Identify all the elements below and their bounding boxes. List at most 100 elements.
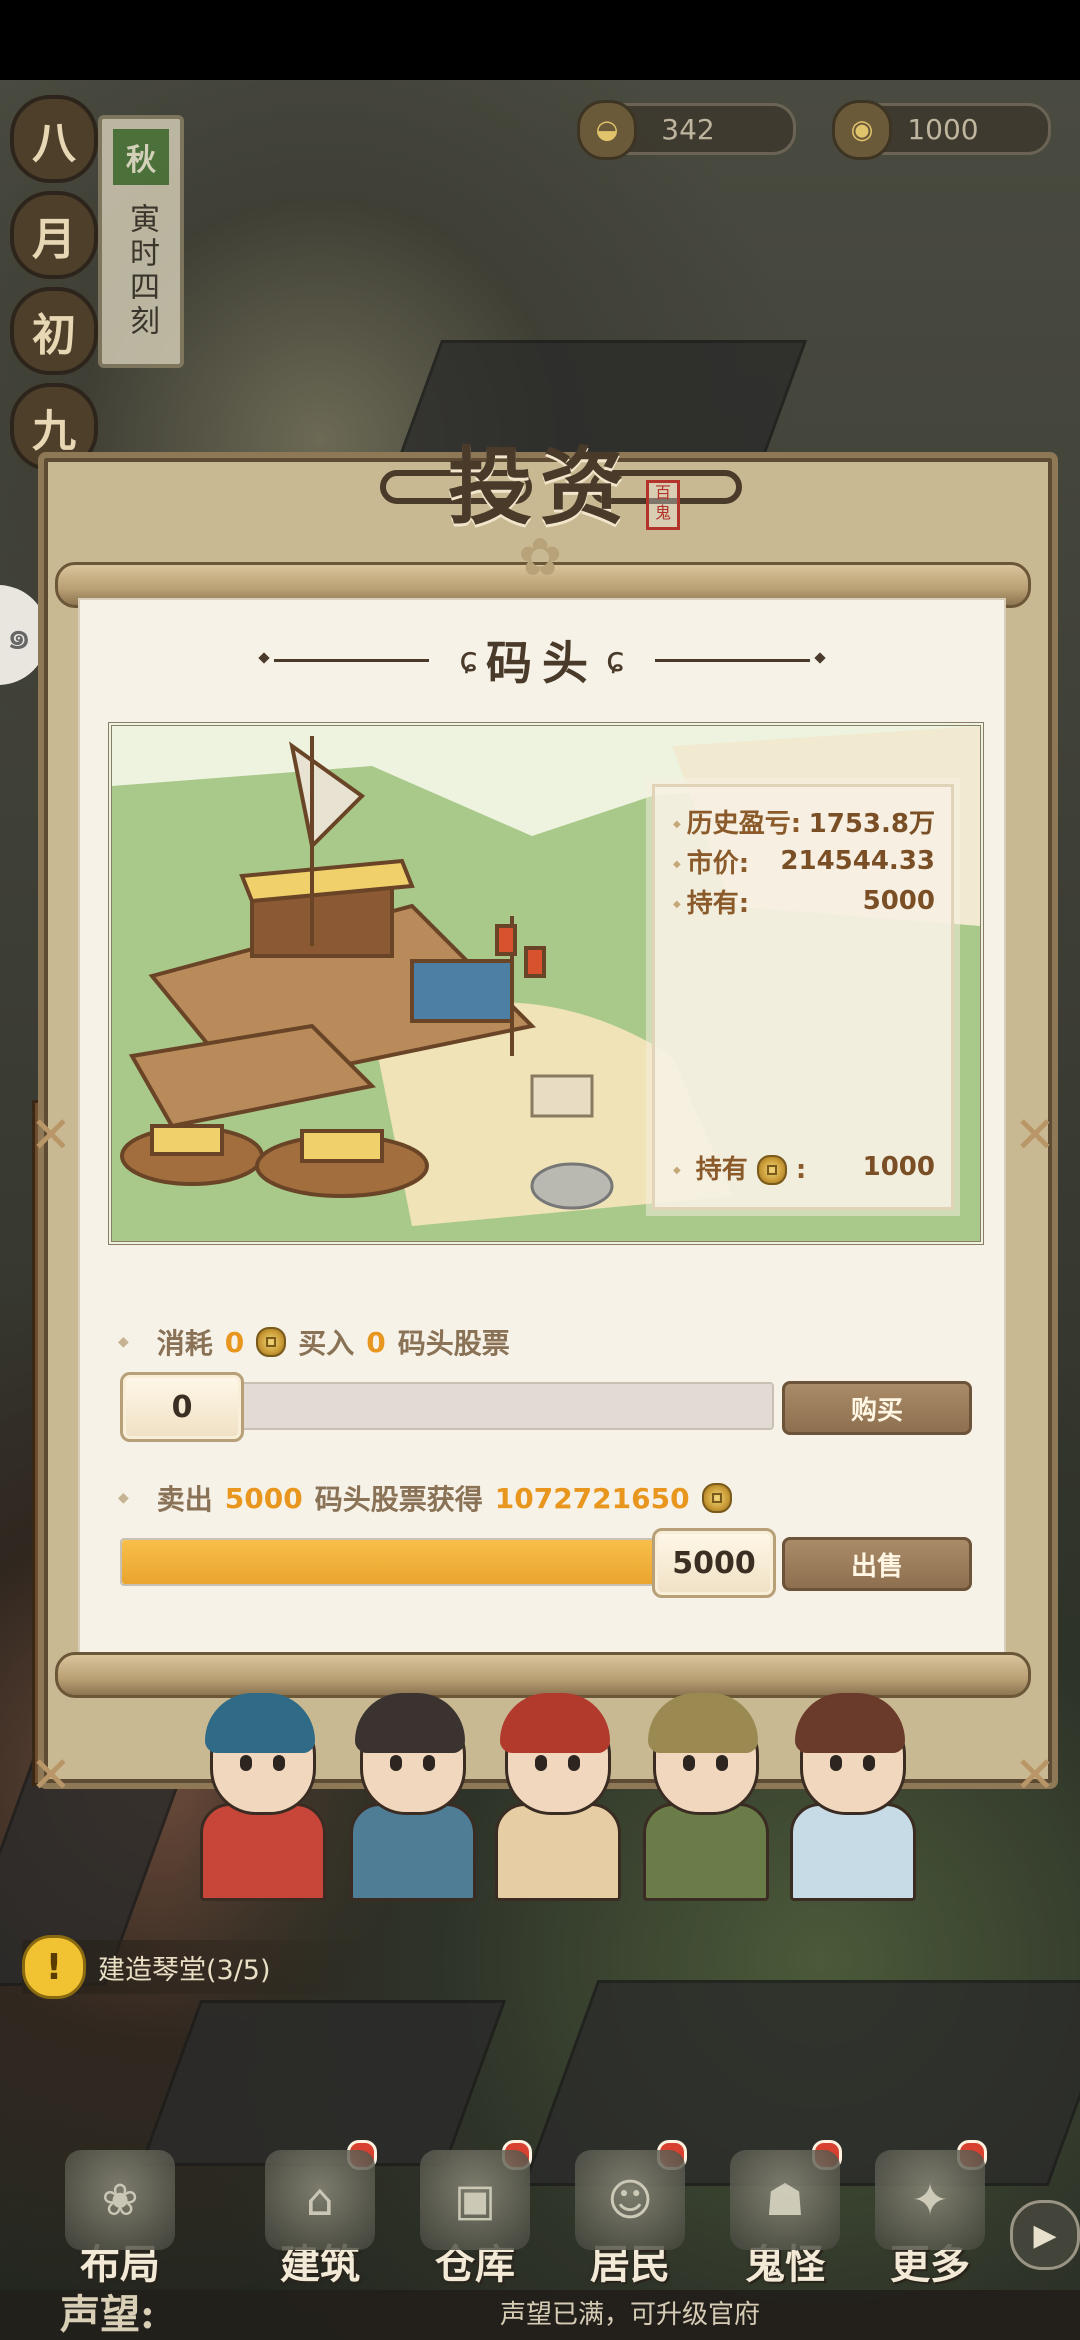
character-eye [390,1755,402,1771]
investment-panel: ɕ 码头 ɕ ◆ 历史盈亏: 1753.8万 ◆ 市价: 214544.33 ◆… [78,598,1006,1660]
character-eye [830,1755,842,1771]
date-char: 初 [10,287,98,375]
coin-icon: ◉ [832,100,892,160]
divider-line [274,658,430,662]
resource-coin-value: 1000 [907,112,979,146]
coin-holding-label: 持有 [695,1154,748,1185]
character-hair [355,1693,465,1753]
character-eye [240,1755,252,1771]
villager-icon: ☺ [575,2150,685,2250]
buy-summary: ◆ 消耗 0 买入 0 码头股票 [118,1322,510,1362]
character-hair [795,1693,905,1753]
villager-character[interactable] [335,1685,485,1901]
villager-character[interactable] [480,1685,630,1901]
quest-banner[interactable]: ! 建造琴堂(3/5) [22,1935,382,1999]
market-price-value: 214544.33 [780,846,935,876]
character-body [495,1803,621,1901]
character-body [200,1803,326,1901]
sell-summary: ◆ 卖出 5000 码头股票获得 1072721650 [118,1478,732,1518]
holding-row: 持有: 5000 [673,881,935,921]
character-eye [863,1755,875,1771]
sell-slider-knob[interactable]: 5000 [652,1528,776,1598]
character-body [790,1803,916,1901]
character-hair [648,1693,758,1753]
nav-buildings[interactable]: ⌂ 建筑 [245,2140,395,2290]
ghost-icon: ☗ [730,2150,840,2250]
villager-character[interactable] [185,1685,335,1901]
sell-button[interactable]: 出售 [782,1537,972,1591]
resource-coin[interactable]: ◉ 1000 [832,100,1051,160]
nav-residents[interactable]: ☺ 居民 [555,2140,705,2290]
gain-label: 码头股票获得 [314,1483,483,1516]
nav-warehouse[interactable]: ▣ 仓库 [400,2140,550,2290]
character-eye [535,1755,547,1771]
character-eye [716,1755,728,1771]
date-char: 八 [10,95,98,183]
season-time-tag[interactable]: 秋 寅时四刻 [98,115,184,368]
seal-stamp: 百鬼 [646,480,680,530]
modal-title: 投资 [447,437,632,536]
cost-value: 0 [224,1325,245,1359]
time-label: 寅时四刻 [124,203,159,339]
gain-value: 1072721650 [494,1481,690,1515]
swirl-ornament-icon: ɕ [459,640,478,680]
prestige-label: 声望: [60,2291,155,2338]
buy-button[interactable]: 购买 [782,1381,972,1435]
knot-ornament: ✕ [1014,1106,1056,1164]
coin-icon [701,1483,732,1513]
coin-holding-value: 1000 [862,1152,935,1182]
swirl-icon: ๑ [6,613,32,659]
pavilion-icon: ⌂ [265,2150,375,2250]
stock-label: 码头股票 [397,1327,510,1360]
resource-bowl[interactable]: ◒ 342 [577,100,796,160]
season-label: 秋 [113,129,169,185]
prestige-note: 声望已满，可升级官府 [500,2300,761,2330]
bow-icon: ✿ [518,528,562,588]
section-heading: ɕ 码头 ɕ [80,625,1004,695]
bullet-icon: ◆ [118,1490,129,1506]
stock-stats-card: 历史盈亏: 1753.8万 市价: 214544.33 持有: 5000 持有 … [652,784,954,1210]
character-eye [683,1755,695,1771]
divider-line [654,658,810,662]
coin-holding-label-wrap: 持有 : [673,1149,806,1186]
history-pl-value: 1753.8万 [808,808,935,839]
modal-title-plate: 投资 [0,420,1080,541]
holding-value: 5000 [862,886,935,916]
character-eye [273,1755,285,1771]
resource-bowl-value: 342 [661,112,715,146]
knot-ornament: ✕ [1014,1746,1056,1804]
section-title: 码头 [486,636,598,690]
character-body [350,1803,476,1901]
dock-illustration: 历史盈亏: 1753.8万 市价: 214544.33 持有: 5000 持有 … [108,722,984,1245]
nav-layout[interactable]: ❀ 布局 [45,2140,195,2290]
buy-slider-knob[interactable]: 0 [120,1372,244,1442]
villager-character[interactable] [628,1685,778,1901]
character-hair [205,1693,315,1753]
cost-label: 消耗 [156,1327,213,1360]
nav-more[interactable]: ✦ 更多 [855,2140,1005,2290]
holding-label: 持有: [673,883,749,920]
chevron-right-icon[interactable]: ▶ [1010,2200,1080,2270]
coin-holding-colon: : [795,1154,807,1185]
buy-label: 买入 [298,1327,355,1360]
rabbit-icon: ❀ [65,2150,175,2250]
nav-ghosts[interactable]: ☗ 鬼怪 [710,2140,860,2290]
character-body [643,1803,769,1901]
bowl-icon: ◒ [577,100,637,160]
coin-icon [756,1155,787,1185]
history-pl-label: 历史盈亏: [673,803,801,840]
history-pl-row: 历史盈亏: 1753.8万 [673,801,935,841]
character-hair [500,1693,610,1753]
knot-ornament: ✕ [30,1746,72,1804]
sell-label: 卖出 [156,1483,213,1516]
bullet-icon: ◆ [118,1334,129,1350]
market-price-label: 市价: [673,843,749,880]
coin-holding-row: 持有 : 1000 [673,1147,935,1187]
sell-value: 5000 [224,1481,303,1515]
alert-icon: ! [22,1935,86,1999]
villager-character[interactable] [775,1685,925,1901]
quest-text: 建造琴堂(3/5) [98,1954,271,1986]
market-price-row: 市价: 214544.33 [673,841,935,881]
coin-icon [256,1327,287,1357]
character-eye [568,1755,580,1771]
